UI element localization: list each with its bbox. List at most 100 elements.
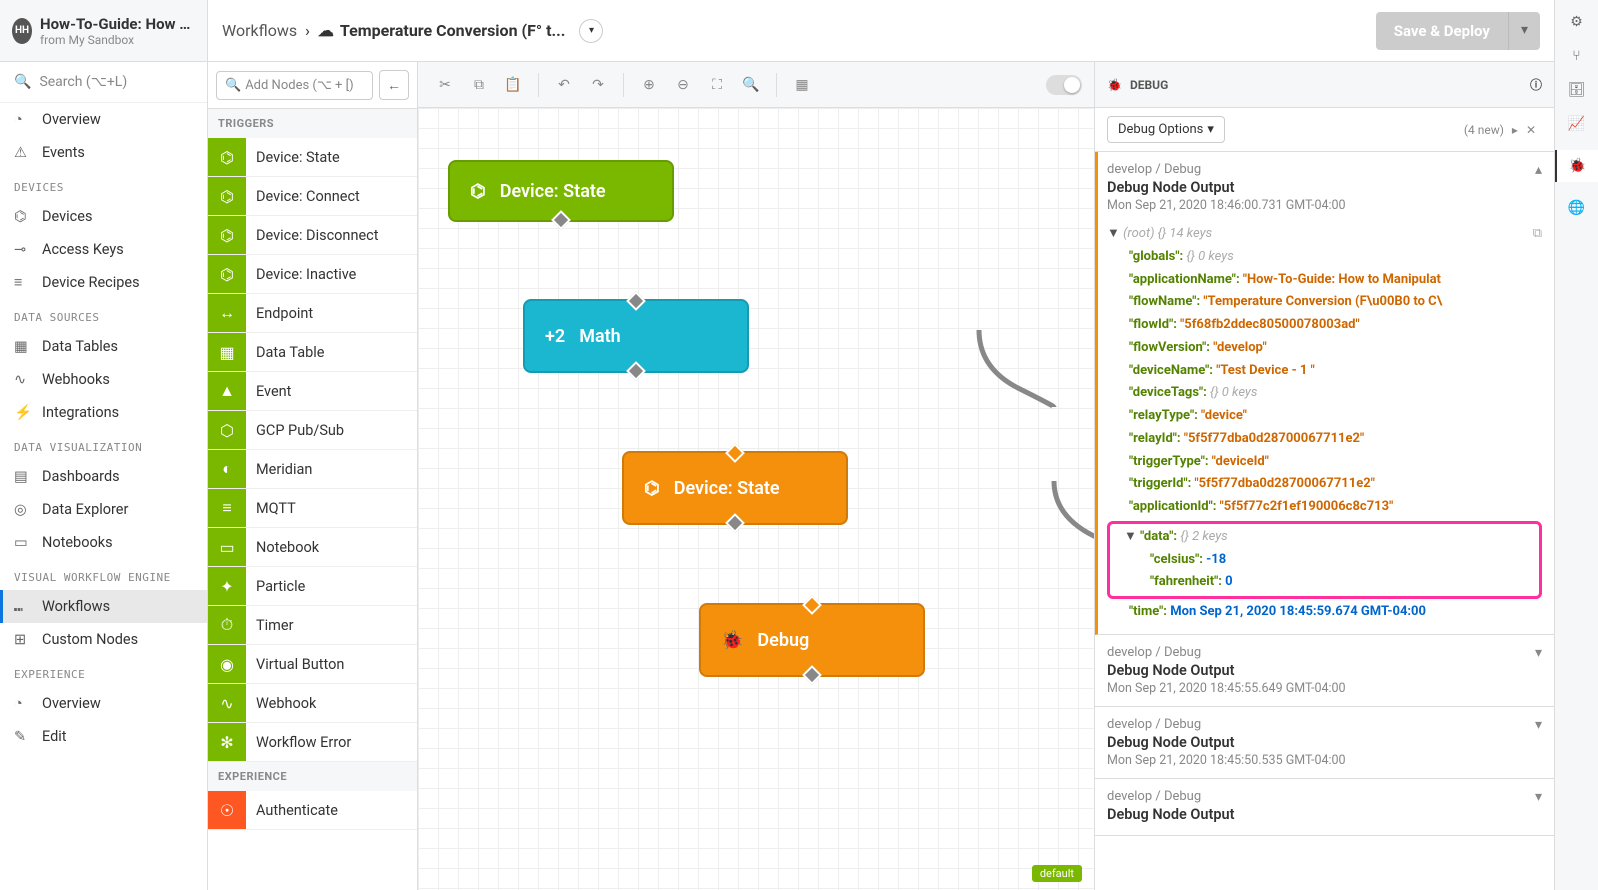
palette-item-event[interactable]: ▲Event: [208, 372, 417, 411]
palette-item-device-disconnect[interactable]: ⌬Device: Disconnect: [208, 216, 417, 255]
copy-icon[interactable]: ⧉: [1533, 223, 1542, 246]
palette-item-device-connect[interactable]: ⌬Device: Connect: [208, 177, 417, 216]
fit-button[interactable]: ⛶: [702, 70, 732, 100]
debug-entry[interactable]: ▴ develop / Debug Debug Node Output Mon …: [1095, 152, 1554, 635]
nav-item-devices[interactable]: ⌬Devices: [0, 200, 207, 233]
deploy-dropdown[interactable]: ▾: [1508, 12, 1540, 50]
palette-item-authenticate[interactable]: ☉Authenticate: [208, 791, 417, 830]
palette-item-mqtt[interactable]: ≡MQTT: [208, 489, 417, 528]
debug-entry[interactable]: ▾ develop / Debug Debug Node Output Mon …: [1095, 635, 1554, 707]
palette-item-endpoint[interactable]: ↔Endpoint: [208, 294, 417, 333]
database-icon[interactable]: 🗄: [1568, 82, 1586, 98]
nav-item-dashboards[interactable]: ▤Dashboards: [0, 460, 207, 493]
branch-icon[interactable]: ⑂: [1572, 48, 1580, 64]
copy-button[interactable]: ⧉: [464, 70, 494, 100]
input-port[interactable]: [626, 291, 646, 311]
node-type-icon: ⌬: [208, 255, 246, 293]
bug-icon[interactable]: 🐞: [1555, 150, 1598, 182]
palette-item-virtual-button[interactable]: ◉Virtual Button: [208, 645, 417, 684]
flow-icon: ⑉: [14, 598, 34, 615]
palette-heading: TRIGGERS: [208, 109, 417, 138]
nav-item-data-explorer[interactable]: ◎Data Explorer: [0, 493, 207, 526]
zoom-reset-button[interactable]: 🔍: [736, 70, 766, 100]
output-port[interactable]: [725, 513, 745, 533]
redo-button[interactable]: ↷: [583, 70, 613, 100]
palette-item-notebook[interactable]: ▭Notebook: [208, 528, 417, 567]
palette-item-device-inactive[interactable]: ⌬Device: Inactive: [208, 255, 417, 294]
nav-item-notebooks[interactable]: ▭Notebooks: [0, 526, 207, 559]
node-type-icon: ⌬: [208, 216, 246, 254]
nav-item-data-tables[interactable]: ▦Data Tables: [0, 330, 207, 363]
undo-button[interactable]: ↶: [549, 70, 579, 100]
cut-button[interactable]: ✂: [430, 70, 460, 100]
meter-icon: ◔: [14, 111, 34, 128]
flow-node-n4[interactable]: 🐞Debug: [699, 603, 925, 677]
palette-item-webhook[interactable]: ∿Webhook: [208, 684, 417, 723]
palette-item-label: Notebook: [246, 539, 329, 556]
back-button[interactable]: ←: [379, 70, 409, 100]
close-icon[interactable]: ✕: [1526, 123, 1536, 137]
palette-item-label: Webhook: [246, 695, 326, 712]
output-port[interactable]: [626, 361, 646, 381]
flow-node-n1[interactable]: ⌬Device: State: [448, 160, 674, 222]
flow-node-n2[interactable]: +2Math: [523, 299, 749, 373]
gear-icon[interactable]: ⚙: [1570, 14, 1583, 30]
palette-item-workflow-error[interactable]: ✻Workflow Error: [208, 723, 417, 762]
palette-item-label: Authenticate: [246, 802, 348, 819]
nav-item-edit[interactable]: ✎Edit: [0, 720, 207, 753]
output-port[interactable]: [802, 665, 822, 685]
palette-item-gcp-pub/sub[interactable]: ⬡GCP Pub/Sub: [208, 411, 417, 450]
debug-entry[interactable]: ▾ develop / Debug Debug Node Output Mon …: [1095, 707, 1554, 779]
nav-label: Data Explorer: [42, 501, 128, 518]
breadcrumb-parent[interactable]: Workflows: [222, 21, 297, 40]
palette-item-data-table[interactable]: ▦Data Table: [208, 333, 417, 372]
add-nodes-input[interactable]: 🔍 Add Nodes (⌥ + [): [216, 71, 373, 100]
workflow-canvas[interactable]: default ⌬Device: State+2Math⌬Device: Sta…: [418, 108, 1094, 890]
breadcrumb-dropdown[interactable]: ▾: [579, 19, 603, 43]
canvas-toolbar: ✂ ⧉ 📋 ↶ ↷ ⊕ ⊖ ⛶ 🔍 ▦: [418, 62, 1094, 108]
next-icon[interactable]: ▸: [1512, 123, 1518, 137]
nav-item-workflows[interactable]: ⑉Workflows: [0, 590, 207, 623]
nav-item-custom-nodes[interactable]: ⊞Custom Nodes: [0, 623, 207, 656]
expand-icon[interactable]: ▾: [1535, 789, 1542, 805]
chart-icon[interactable]: 📈: [1568, 116, 1585, 132]
input-port[interactable]: [802, 595, 822, 615]
deploy-group: Save & Deploy ▾: [1376, 12, 1540, 50]
expand-icon[interactable]: ▾: [1535, 645, 1542, 661]
debug-entry[interactable]: ▾ develop / Debug Debug Node Output: [1095, 779, 1554, 836]
zoom-in-button[interactable]: ⊕: [634, 70, 664, 100]
add-button[interactable]: ▦: [787, 70, 817, 100]
nav-item-device-recipes[interactable]: ≡Device Recipes: [0, 266, 207, 299]
help-icon[interactable]: ⓘ: [1530, 76, 1542, 93]
nav-item-overview[interactable]: ◔Overview: [0, 103, 207, 136]
nav-item-events[interactable]: ⚠Events: [0, 136, 207, 169]
save-deploy-button[interactable]: Save & Deploy: [1376, 12, 1508, 50]
chevron-down-icon: ▾: [1207, 122, 1214, 137]
nav-item-webhooks[interactable]: ∿Webhooks: [0, 363, 207, 396]
node-type-icon: ◐: [208, 450, 246, 488]
expand-icon[interactable]: ▾: [1535, 717, 1542, 733]
nav-heading: DATA SOURCES: [0, 299, 207, 330]
palette-item-meridian[interactable]: ◐Meridian: [208, 450, 417, 489]
nav-item-overview[interactable]: ◔Overview: [0, 687, 207, 720]
input-port[interactable]: [725, 443, 745, 463]
nav-label: Integrations: [42, 404, 119, 421]
zoom-out-button[interactable]: ⊖: [668, 70, 698, 100]
editor-area: 🔍 Add Nodes (⌥ + [) ← TRIGGERS⌬Device: S…: [208, 62, 1554, 890]
flow-node-n3[interactable]: ⌬Device: State: [622, 451, 848, 525]
palette-item-timer[interactable]: ⏱Timer: [208, 606, 417, 645]
nav-label: Events: [42, 144, 85, 161]
debug-options-button[interactable]: Debug Options ▾: [1107, 116, 1225, 143]
collapse-icon[interactable]: ▴: [1535, 162, 1542, 178]
output-port[interactable]: [551, 210, 571, 230]
paste-button[interactable]: 📋: [498, 70, 528, 100]
palette-item-label: Data Table: [246, 344, 334, 361]
app-logo: HH: [12, 18, 32, 44]
nav-item-access-keys[interactable]: ⊸Access Keys: [0, 233, 207, 266]
search-input[interactable]: 🔍 Search (⌥+L): [0, 62, 207, 103]
palette-item-particle[interactable]: ✦Particle: [208, 567, 417, 606]
nav-item-integrations[interactable]: ⚡Integrations: [0, 396, 207, 429]
globe-icon[interactable]: 🌐: [1568, 200, 1585, 216]
live-toggle[interactable]: [1046, 75, 1082, 95]
palette-item-device-state[interactable]: ⌬Device: State: [208, 138, 417, 177]
